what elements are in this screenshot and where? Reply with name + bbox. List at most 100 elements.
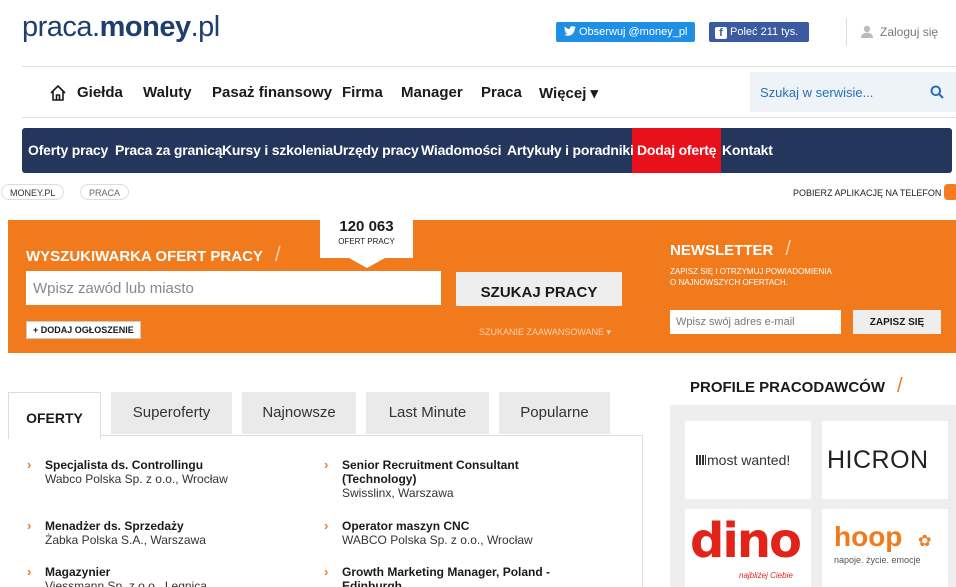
- site-logo[interactable]: praca.money.pl: [22, 11, 220, 44]
- home-icon[interactable]: [49, 84, 67, 102]
- subnav-item-urzedy-pracy[interactable]: Urzędy pracy: [333, 142, 419, 158]
- add-listing-button[interactable]: + DODAJ OGŁOSZENIE: [26, 321, 141, 339]
- tab-superoferty[interactable]: Superoferty: [111, 392, 232, 434]
- facebook-like-button[interactable]: f Poleć 211 tys.: [709, 22, 809, 42]
- login-link[interactable]: Zaloguj się: [860, 25, 938, 39]
- offer-company: Żabka Polska S.A., Warszawa: [45, 533, 206, 547]
- logo-text-bold: money: [99, 11, 191, 43]
- chevron-right-icon: ›: [27, 518, 32, 533]
- job-search-title: WYSZUKIWARKA OFERT PRACY /: [26, 244, 281, 267]
- offer-title[interactable]: Operator maszyn CNC: [342, 519, 602, 533]
- offer-title[interactable]: Menadżer ds. Sprzedaży: [45, 519, 305, 533]
- nav-item-wiecej[interactable]: Więcej ▾: [539, 84, 598, 102]
- offer-company: WABCO Polska Sp. z o.o., Wrocław: [342, 533, 533, 547]
- subnav-item-oferty-pracy[interactable]: Oferty pracy: [28, 142, 108, 158]
- list-item[interactable]: › Operator maszyn CNC WABCO Polska Sp. z…: [324, 519, 602, 548]
- search-jobs-button[interactable]: SZUKAJ PRACY: [456, 272, 622, 306]
- job-search-input[interactable]: [26, 271, 441, 305]
- chevron-right-icon: ›: [27, 564, 32, 579]
- subnav-item-wiadomosci[interactable]: Wiadomości: [421, 142, 502, 158]
- subnav-item-kontakt[interactable]: Kontakt: [722, 142, 773, 158]
- counter-pointer: [349, 258, 385, 268]
- offers-count: 120 063: [339, 218, 394, 235]
- newsletter-desc-line-2: O NAJNOWSZYCH OFERTACH.: [670, 278, 788, 287]
- facebook-like-label: Poleć 211 tys.: [730, 26, 799, 38]
- list-item[interactable]: › Senior Recruitment Consultant (Technol…: [324, 458, 572, 501]
- employer-profiles-title: PROFILE PRACODAWCÓW /: [690, 375, 903, 398]
- nav-item-pasaz-finansowy[interactable]: Pasaż finansowy: [212, 84, 332, 101]
- dino-logo-text: dino: [690, 513, 802, 569]
- subnav-item-artykuly-i-poradniki[interactable]: Artykuły i poradniki: [507, 142, 634, 158]
- hicron-logo-text: HICRON: [827, 446, 929, 474]
- twitter-follow-button[interactable]: Obserwuj @money_pl: [556, 22, 695, 42]
- most-wanted-logo-icon: [696, 455, 706, 465]
- newsletter-slash-decoration: /: [785, 238, 791, 260]
- newsletter-desc-line-1: ZAPISZ SIĘ I OTRZYMUJ POWIADOMIENIA: [670, 267, 832, 276]
- subnav-item-praca-za-granica[interactable]: Praca za granicą: [115, 142, 223, 158]
- offer-title[interactable]: Specjalista ds. Controllingu: [45, 458, 305, 472]
- site-search-placeholder: Szukaj w serwisie...: [760, 85, 874, 100]
- newsletter-description: ZAPISZ SIĘ I OTRZYMUJ POWIADOMIENIA O NA…: [670, 266, 900, 288]
- phone-icon[interactable]: [944, 184, 956, 200]
- facebook-icon: f: [715, 27, 727, 39]
- dino-tagline: najbliżej Ciebie: [739, 571, 793, 580]
- breadcrumb-praca[interactable]: PRACA: [80, 184, 130, 200]
- list-item[interactable]: › Magazynier Viessmann Sp. z o.o., Legni…: [27, 565, 305, 587]
- title-slash-decoration: /: [274, 244, 281, 266]
- list-item[interactable]: › Growth Marketing Manager, Poland - Edi…: [324, 565, 562, 587]
- login-label: Zaloguj się: [880, 25, 939, 39]
- employer-logo-most-wanted[interactable]: most wanted!: [685, 421, 811, 499]
- most-wanted-logo-text: most wanted!: [707, 452, 791, 468]
- offer-title[interactable]: Growth Marketing Manager, Poland - Edinb…: [342, 565, 562, 587]
- newsletter-subscribe-button[interactable]: ZAPISZ SIĘ: [853, 310, 941, 334]
- advanced-search-link[interactable]: SZUKANIE ZAAWANSOWANE ▾: [479, 327, 611, 338]
- employer-logo-hoop[interactable]: hoop ✿ napoje. życie. emocje: [822, 509, 948, 587]
- offer-company: Wabco Polska Sp. z o.o., Wrocław: [45, 472, 228, 486]
- employer-profiles-title-text: PROFILE PRACODAWCÓW: [690, 379, 885, 396]
- offers-counter: 120 063 OFERT PRACY: [320, 212, 413, 258]
- subnav-item-kursy-i-szkolenia[interactable]: Kursy i szkolenia: [222, 142, 333, 158]
- offer-title[interactable]: Magazynier: [45, 565, 305, 579]
- jobs-subnavigation: Oferty pracy Praca za granicą Kursy i sz…: [22, 128, 952, 173]
- offers-count-label: OFERT PRACY: [338, 237, 395, 246]
- subnav-item-dodaj-oferte[interactable]: Dodaj ofertę: [637, 142, 716, 158]
- search-icon[interactable]: [930, 85, 944, 99]
- chevron-right-icon: ›: [27, 457, 32, 472]
- newsletter-title: NEWSLETTER /: [670, 238, 791, 261]
- hoop-flower-icon: ✿: [918, 533, 932, 550]
- offer-company: Swisslinx, Warszawa: [342, 486, 454, 500]
- profiles-slash-decoration: /: [897, 375, 903, 397]
- tab-last-minute[interactable]: Last Minute: [366, 392, 489, 434]
- chevron-right-icon: ›: [324, 457, 329, 472]
- user-icon: [861, 25, 873, 38]
- offer-title[interactable]: Senior Recruitment Consultant (Technolog…: [342, 458, 572, 486]
- list-item[interactable]: › Specjalista ds. Controllingu Wabco Pol…: [27, 458, 305, 487]
- offer-company: Viessmann Sp. z o.o., Legnica: [45, 579, 207, 587]
- hoop-logo-text: hoop: [834, 521, 903, 552]
- site-search-field[interactable]: Szukaj w serwisie...: [750, 72, 956, 112]
- chevron-right-icon: ›: [324, 564, 329, 579]
- nav-item-praca[interactable]: Praca: [481, 84, 522, 101]
- list-item[interactable]: › Menadżer ds. Sprzedaży Żabka Polska S.…: [27, 519, 305, 548]
- twitter-icon: [564, 26, 576, 36]
- hoop-tagline: napoje. życie. emocje: [834, 555, 921, 565]
- nav-item-firma[interactable]: Firma: [342, 84, 383, 101]
- breadcrumb-money-pl[interactable]: MONEY.PL: [1, 184, 65, 200]
- logo-text-light: praca.: [22, 11, 100, 43]
- twitter-follow-label: Obserwuj @money_pl: [579, 26, 688, 38]
- nav-item-manager[interactable]: Manager: [401, 84, 463, 101]
- newsletter-email-input[interactable]: [670, 310, 841, 334]
- nav-item-waluty[interactable]: Waluty: [143, 84, 192, 101]
- main-navigation: Giełda Waluty Pasaż finansowy Firma Mana…: [22, 66, 956, 118]
- chevron-right-icon: ›: [324, 518, 329, 533]
- employer-logo-dino[interactable]: dino najbliżej Ciebie: [685, 509, 811, 587]
- tab-najnowsze[interactable]: Najnowsze: [242, 392, 356, 434]
- download-app-link[interactable]: POBIERZ APLIKACJĘ NA TELEFON: [793, 188, 941, 198]
- logo-text-suffix: .pl: [190, 11, 221, 43]
- nav-item-gielda[interactable]: Giełda: [77, 84, 123, 101]
- employer-logo-hicron[interactable]: HICRON: [822, 421, 948, 499]
- tab-oferty[interactable]: OFERTY: [8, 392, 101, 439]
- newsletter-title-text: NEWSLETTER: [670, 242, 774, 259]
- job-search-title-text: WYSZUKIWARKA OFERT PRACY: [26, 248, 263, 265]
- tab-popularne[interactable]: Popularne: [499, 392, 610, 434]
